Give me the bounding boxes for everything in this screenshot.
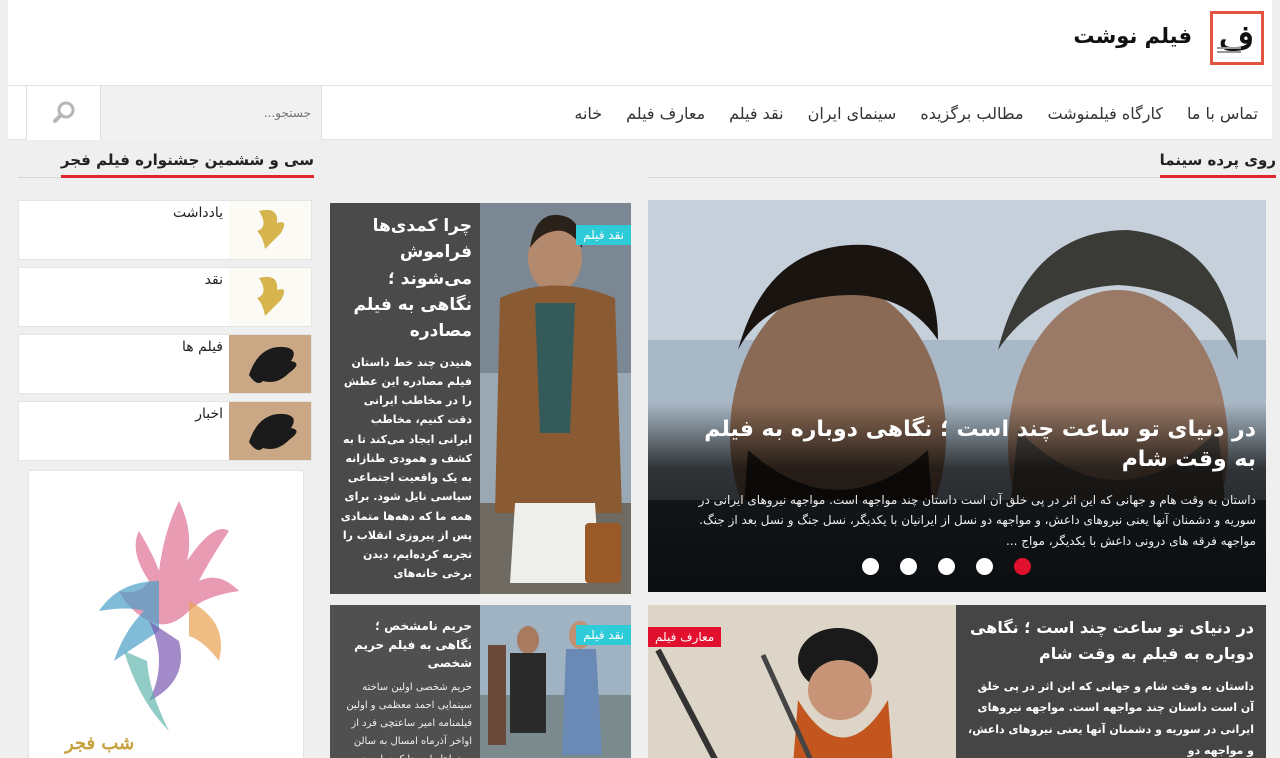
- sidebar-label: اخبار: [195, 406, 223, 422]
- festival-logo-dark-icon: [229, 335, 311, 393]
- nav-items: خانه معارف فیلم نقد فیلم سینمای ایران مط…: [574, 86, 1258, 140]
- section-title-main: روی پرده سینما: [648, 146, 1276, 178]
- article-text-main: چرا کمدی‌ها فراموش می‌شوند ؛ نگاهی به فی…: [330, 203, 480, 594]
- article-badge-bottom-right[interactable]: معارف فیلم: [648, 627, 722, 647]
- nav-item-contact[interactable]: تماس با ما: [1187, 104, 1258, 123]
- slider-dots: [862, 558, 1031, 575]
- site-logo[interactable]: ف: [1210, 11, 1264, 65]
- search-box: [100, 86, 322, 140]
- slider-dot[interactable]: [938, 558, 955, 575]
- sidebar-label: یادداشت: [173, 205, 223, 221]
- festival-poster[interactable]: شب فجر: [28, 470, 304, 758]
- slider-dot-active[interactable]: [1014, 558, 1031, 575]
- article-title-bottom-right[interactable]: در دنیای تو ساعت چند است ؛ نگاهی دوباره …: [966, 615, 1254, 668]
- logo-lines: [1217, 47, 1241, 53]
- section-title-sidebar: سی و ششمین جشنواره فیلم فجر: [18, 146, 314, 178]
- article-card-bottom-left[interactable]: نقد فیلم حریم نامشخص ؛ نگاهی به فیلم حری…: [330, 605, 631, 758]
- article-excerpt-bottom-right: داستان به وقت شام و جهانی که این اثر در …: [968, 679, 1254, 758]
- site-header: ف فیلم نوشت: [8, 0, 1272, 86]
- nav-item-home[interactable]: خانه: [574, 104, 602, 123]
- article-title-main[interactable]: چرا کمدی‌ها فراموش می‌شوند ؛ نگاهی به فی…: [338, 213, 472, 345]
- article-badge-bottom-left[interactable]: نقد فیلم: [576, 625, 631, 645]
- main-nav: خانه معارف فیلم نقد فیلم سینمای ایران مط…: [8, 86, 1272, 140]
- festival-logo-dark-icon: [229, 402, 311, 460]
- nav-item-iran-cinema[interactable]: سینمای ایران: [808, 104, 897, 123]
- search-input[interactable]: [101, 86, 321, 140]
- sidebar-label: فیلم ها: [182, 339, 223, 355]
- nav-item-featured[interactable]: مطالب برگزیده: [920, 104, 1023, 123]
- nav-item-workshop[interactable]: کارگاه فیلمنوشت: [1048, 104, 1163, 123]
- sidebar-item-notes[interactable]: یادداشت: [18, 200, 312, 260]
- article-excerpt-main: هنیدن چند خط داستان فیلم مصادره این عطش …: [340, 355, 472, 581]
- article-title-bottom-left[interactable]: حریم نامشخص ؛ نگاهی به فیلم حریم شخصی: [336, 617, 472, 673]
- sidebar-label: نقد: [204, 272, 223, 288]
- article-text-bottom-right: در دنیای تو ساعت چند است ؛ نگاهی دوباره …: [956, 605, 1266, 758]
- article-card-bottom-right[interactable]: معارف فیلم در دنیای تو ساعت چند است ؛ نگ…: [648, 605, 1266, 758]
- sidebar-item-review[interactable]: نقد: [18, 267, 312, 327]
- poster-signature: شب فجر: [65, 733, 135, 754]
- phoenix-illustration-icon: [99, 501, 239, 731]
- nav-item-film-review[interactable]: نقد فیلم: [729, 104, 783, 123]
- sidebar-item-news[interactable]: اخبار: [18, 401, 312, 461]
- slider-dot[interactable]: [976, 558, 993, 575]
- slider-excerpt: داستان به وقت هام و جهانی که این اثر در …: [698, 493, 1256, 548]
- article-excerpt-bottom-left: حریم شخصی اولین ساخته سینمایی احمد معظمی…: [346, 681, 472, 758]
- slider-dot[interactable]: [900, 558, 917, 575]
- festival-logo-gold-icon: [229, 268, 311, 326]
- section-title-sidebar-text: سی و ششمین جشنواره فیلم فجر: [60, 151, 314, 178]
- article-text-bottom-left: حریم نامشخص ؛ نگاهی به فیلم حریم شخصی حر…: [330, 605, 480, 758]
- festival-logo-gold-icon: [229, 201, 311, 259]
- slider-title[interactable]: در دنیای تو ساعت چند است ؛ نگاهی دوباره …: [696, 415, 1256, 474]
- sidebar-item-films[interactable]: فیلم ها: [18, 334, 312, 394]
- section-title-main-text: روی پرده سینما: [1159, 151, 1276, 178]
- article-badge-main[interactable]: نقد فیلم: [576, 225, 631, 245]
- nav-item-film-knowledge[interactable]: معارف فیلم: [626, 104, 705, 123]
- search-button[interactable]: [26, 86, 100, 140]
- site-title[interactable]: فیلم نوشت: [1073, 24, 1192, 48]
- search-icon: [53, 101, 75, 123]
- slider-dot[interactable]: [862, 558, 879, 575]
- article-card-main[interactable]: نقد فیلم چرا کمدی‌ها فراموش می‌شوند ؛ نگ…: [330, 203, 631, 594]
